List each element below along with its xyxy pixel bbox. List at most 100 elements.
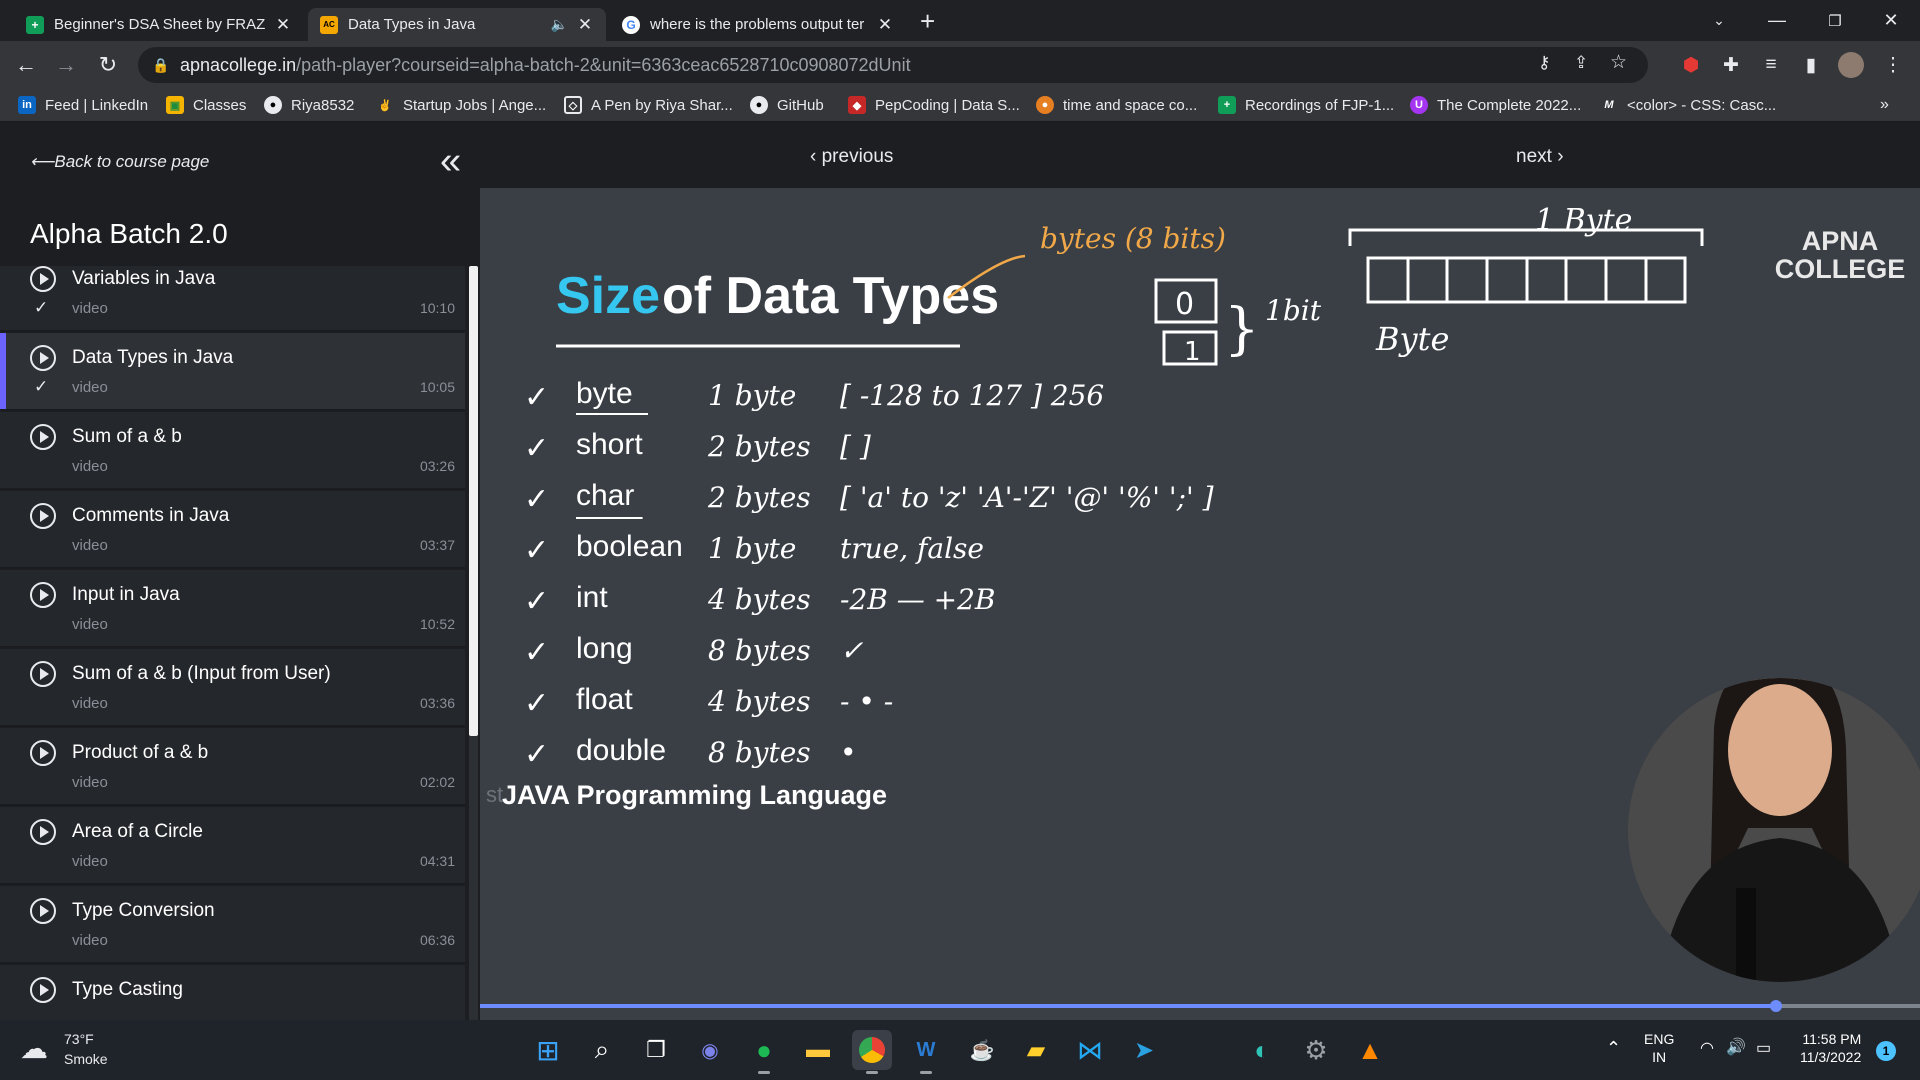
check-mark-icon: ✓ [524, 431, 549, 466]
tab-data-types-in-java[interactable]: AC Data Types in Java 🔈 ✕ [308, 8, 606, 41]
vlc-icon[interactable]: ▲ [1350, 1030, 1390, 1070]
lesson-duration: 06:36 [419, 932, 455, 948]
new-tab-button[interactable]: + [920, 6, 935, 37]
bookmark-star-icon[interactable]: ☆ [1610, 51, 1627, 74]
lesson-area-of-a-circle[interactable]: Area of a Circle video 04:31 [0, 807, 465, 885]
address-bar[interactable]: 🔒 apnacollege.in/path-player?courseid=al… [138, 47, 1648, 83]
type-size: 2 bytes [707, 430, 811, 463]
lesson-comments-in-java[interactable]: Comments in Java video 03:37 [0, 491, 465, 569]
bookmark-time-space[interactable]: ● time and space co... [1036, 92, 1197, 118]
bookmark-classes[interactable]: ▣ Classes [166, 92, 246, 118]
notification-badge[interactable]: 1 [1876, 1041, 1896, 1061]
close-tab-icon[interactable]: ✕ [876, 15, 894, 35]
start-windows-icon[interactable]: ⊞ [528, 1030, 568, 1070]
video-player[interactable]: Size of Data Types bytes (8 bits) 0 1 } … [480, 188, 1920, 1020]
mdn-icon: M [1604, 99, 1614, 111]
lesson-duration: 04:31 [419, 853, 455, 869]
bookmark-recordings[interactable]: + Recordings of FJP-1... [1218, 92, 1394, 118]
lesson-sum-of-a-b[interactable]: Sum of a & b video 03:26 [0, 412, 465, 490]
geeks-icon: ● [1036, 96, 1054, 114]
spotify-icon[interactable]: ● [744, 1030, 784, 1074]
forward-arrow-icon[interactable]: → [50, 49, 82, 81]
media-control-icon[interactable]: ≡ [1756, 50, 1786, 80]
data-types-table: ✓ byte 1 byte [ -128 to 127 ] 256 ✓ short 2 by… [524, 377, 1214, 772]
bookmark-codepen[interactable]: ◇ A Pen by Riya Shar... [564, 92, 733, 118]
lesson-product-of-a-b[interactable]: Product of a & b video 02:02 [0, 728, 465, 806]
chrome-icon[interactable] [852, 1030, 892, 1074]
play-circle-icon [30, 582, 56, 608]
key-icon[interactable]: ⚷ [1538, 53, 1550, 73]
show-hidden-icons-icon[interactable]: ⌃ [1606, 1038, 1621, 1059]
tab-title: Data Types in Java [348, 16, 476, 33]
type-range: -2B — +2B [840, 583, 996, 616]
side-panel-icon[interactable]: ▮ [1796, 50, 1826, 80]
tab-title: where is the problems output ter [650, 16, 865, 33]
java-icon[interactable]: ☕ [962, 1030, 1002, 1070]
teams-chat-icon[interactable]: ◉ [690, 1030, 730, 1070]
telegram-icon[interactable]: ➤ [1124, 1030, 1164, 1070]
tab-search-icon[interactable]: ⌄ [1690, 0, 1748, 41]
minimize-button[interactable]: — [1748, 0, 1806, 41]
lesson-type-casting[interactable]: Type Casting [0, 965, 465, 1020]
reload-icon[interactable]: ↻ [92, 49, 124, 81]
back-to-course-link[interactable]: ⟵Back to course page [30, 152, 209, 172]
presenter-webcam [1628, 678, 1920, 982]
volume-icon[interactable]: 🔊 [1726, 1037, 1746, 1057]
sticky-notes-icon[interactable]: ▰ [1016, 1030, 1056, 1070]
tab-google-search[interactable]: G where is the problems output ter ✕ [610, 8, 906, 41]
check-mark-icon: ✓ [524, 482, 549, 517]
edge-icon[interactable]: ◐ [1242, 1030, 1282, 1070]
bookmark-riya8532[interactable]: ● Riya8532 [264, 92, 354, 118]
tab-dsa-sheet[interactable]: + Beginner's DSA Sheet by FRAZ - ✕ [14, 8, 304, 41]
bookmark-label: Recordings of FJP-1... [1245, 96, 1395, 114]
bookmark-pepcoding[interactable]: ◆ PepCoding | Data S... [848, 92, 1020, 118]
bookmark-complete-2022[interactable]: U The Complete 2022... [1410, 92, 1581, 118]
bookmark-linkedin[interactable]: in Feed | LinkedIn [18, 92, 148, 118]
lesson-input-in-java[interactable]: Input in Java video 10:52 [0, 570, 465, 648]
restore-button[interactable]: ❐ [1806, 0, 1864, 41]
tab-strip: + Beginner's DSA Sheet by FRAZ - ✕ AC Da… [0, 0, 1920, 41]
settings-gear-icon[interactable]: ⚙ [1296, 1030, 1336, 1070]
word-icon[interactable]: W [906, 1030, 946, 1074]
bookmark-github[interactable]: ● GitHub [750, 92, 824, 118]
close-tab-icon[interactable]: ✕ [274, 15, 292, 35]
task-view-icon[interactable]: ❐ [636, 1030, 676, 1070]
menu-kebab-icon[interactable]: ⋮ [1878, 50, 1908, 80]
lesson-type-conversion[interactable]: Type Conversion video 06:36 [0, 886, 465, 964]
close-tab-icon[interactable]: ✕ [576, 15, 594, 35]
more-bookmarks-icon[interactable]: » [1880, 92, 1889, 118]
classroom-icon: ▣ [166, 96, 184, 114]
bookmark-mdn-color[interactable]: M <color> - CSS: Casc... [1600, 92, 1776, 118]
weather-widget[interactable]: 73°F Smoke [64, 1030, 108, 1069]
previous-button[interactable]: ‹ previous [810, 146, 893, 168]
chevron-left-icon: ‹ [810, 146, 822, 167]
lesson-title: Type Conversion [72, 900, 215, 921]
extensions-puzzle-icon[interactable]: ✚ [1716, 50, 1746, 80]
lesson-sum-input-from-user[interactable]: Sum of a & b (Input from User) video 03:… [0, 649, 465, 727]
weather-cloud-icon[interactable]: ☁ [20, 1032, 48, 1065]
sidebar-scrollbar-thumb[interactable] [469, 266, 478, 736]
lock-icon[interactable]: 🔒 [152, 57, 169, 74]
next-button[interactable]: next › [1516, 146, 1564, 168]
file-explorer-icon[interactable]: ▬ [798, 1030, 838, 1070]
battery-icon[interactable]: ▭ [1756, 1038, 1771, 1058]
wifi-icon[interactable]: ◠ [1700, 1038, 1714, 1058]
profile-avatar[interactable] [1838, 52, 1864, 78]
extension-adblock-icon[interactable]: ⬢ [1676, 50, 1706, 80]
back-arrow-icon[interactable]: ← [10, 49, 42, 81]
vscode-icon[interactable]: ⋈ [1070, 1030, 1110, 1070]
close-window-button[interactable]: ✕ [1862, 0, 1920, 41]
google-icon: G [622, 15, 640, 34]
language-indicator[interactable]: ENG IN [1644, 1030, 1674, 1066]
type-size: 8 bytes [708, 634, 811, 667]
github-icon: ● [264, 96, 282, 114]
lesson-data-types-in-java[interactable]: ✓ Data Types in Java video 10:05 [0, 333, 465, 411]
clock[interactable]: 11:58 PM 11/3/2022 [1800, 1030, 1861, 1066]
lesson-variables-in-java[interactable]: ✓ Variables in Java video 10:10 [0, 266, 465, 332]
collapse-sidebar-icon[interactable]: « [440, 142, 461, 180]
progress-knob[interactable] [1770, 1000, 1782, 1012]
bookmark-startup-jobs[interactable]: ✌ Startup Jobs | Ange... [376, 92, 546, 118]
share-icon[interactable]: ⇪ [1574, 53, 1588, 73]
search-icon[interactable]: ⌕ [582, 1030, 622, 1070]
audio-playing-icon[interactable]: 🔈 [551, 16, 568, 33]
